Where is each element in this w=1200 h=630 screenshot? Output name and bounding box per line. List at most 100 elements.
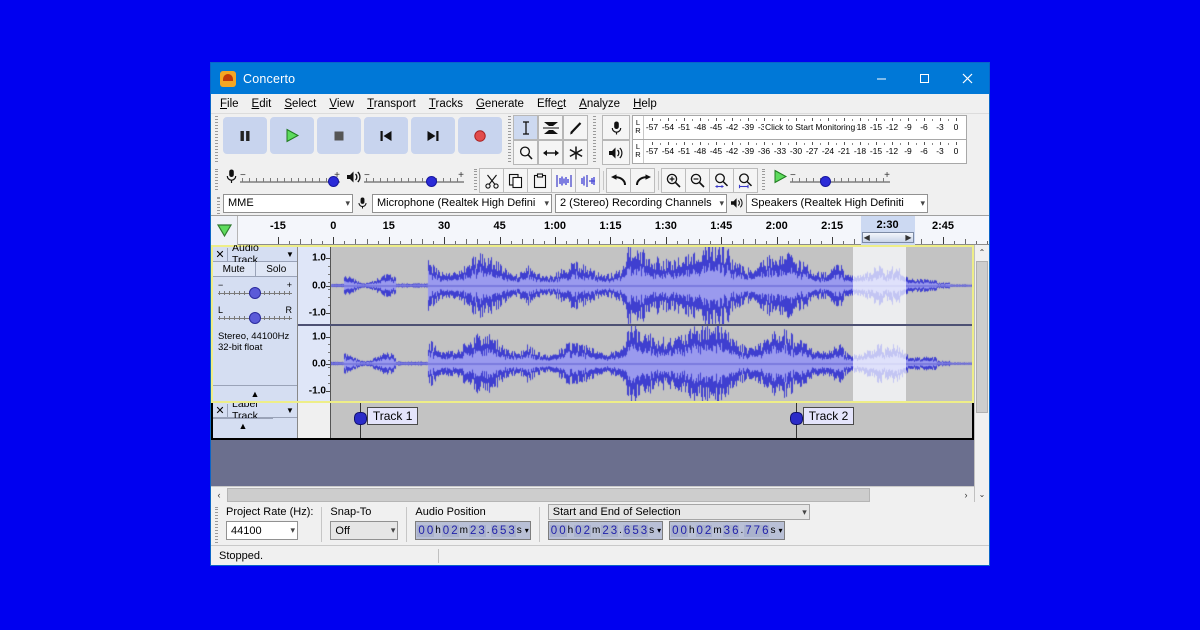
device-toolbar-grip[interactable] — [215, 195, 222, 214]
timeshift-tool[interactable] — [538, 140, 563, 165]
horizontal-scroll-thumb[interactable] — [227, 487, 871, 502]
transport-toolbar-grip[interactable] — [213, 116, 220, 164]
tools-toolbar-grip[interactable] — [506, 116, 513, 164]
zoom-tool[interactable] — [513, 140, 538, 165]
vertical-ruler-channel-2[interactable]: 1.0 0.0 -1.0 — [298, 326, 331, 401]
time-digit[interactable]: 6 — [490, 524, 499, 537]
close-track-button[interactable]: ✕ — [213, 403, 228, 417]
pinned-play-head-icon[interactable] — [211, 216, 238, 245]
scroll-right-button[interactable]: › — [958, 490, 974, 500]
menu-item-transport[interactable]: Transport — [367, 98, 416, 110]
horizontal-scrollbar[interactable]: ‹ › — [211, 486, 974, 502]
time-digit[interactable]: 5 — [631, 524, 640, 537]
time-digit[interactable]: 0 — [417, 524, 426, 537]
label-handle[interactable] — [789, 412, 803, 425]
skip-to-end-button[interactable] — [411, 117, 455, 154]
track-menu-icon[interactable]: ▼ — [283, 250, 297, 259]
slider-knob[interactable] — [249, 312, 261, 324]
slider-knob[interactable] — [820, 176, 831, 187]
menu-item-select[interactable]: Select — [284, 98, 316, 110]
silence-audio-button[interactable] — [575, 168, 600, 193]
project-rate-select[interactable]: 44100 ▾ — [226, 521, 298, 540]
collapse-track-button[interactable]: ▲ — [213, 418, 273, 433]
track-menu-icon[interactable]: ▼ — [283, 406, 297, 415]
time-digit[interactable]: 2 — [601, 524, 610, 537]
collapse-track-button[interactable]: ▲ — [213, 385, 297, 401]
selection-mode-select[interactable]: Start and End of Selection ▾ — [547, 504, 810, 520]
time-digit[interactable]: 0 — [671, 524, 680, 537]
record-meter-button[interactable] — [602, 115, 630, 140]
mixer-toolbar-grip[interactable] — [213, 168, 220, 191]
time-digit[interactable]: 3 — [609, 524, 619, 537]
menu-item-view[interactable]: View — [329, 98, 354, 110]
slider-knob[interactable] — [426, 176, 437, 187]
redo-button[interactable] — [630, 168, 655, 193]
timeline-ruler[interactable]: -15 0 15 30 45 1:00 1:15 1:30 1:45 2:00 2:15 2:30 2:… — [238, 216, 989, 245]
horizontal-scroll-trough[interactable] — [227, 487, 958, 502]
gain-slider[interactable]: − + — [218, 280, 292, 300]
vertical-scrollbar[interactable]: ⌃ ⌄ — [974, 245, 989, 502]
play-meter[interactable]: LR -57 -54 -51 -48 -45 -42 -39 -36 -33 -30 -27 -24-… — [632, 139, 967, 164]
menu-item-edit[interactable]: Edit — [252, 98, 272, 110]
play-button[interactable] — [270, 117, 314, 154]
meter-toolbar-grip[interactable] — [591, 116, 598, 164]
play-region[interactable]: 2:30 ◀ ▶ — [860, 216, 915, 245]
selection-toolbar-grip[interactable] — [213, 506, 220, 544]
close-button[interactable] — [946, 63, 989, 94]
pause-button[interactable] — [223, 117, 267, 154]
menu-item-analyze[interactable]: Analyze — [579, 98, 620, 110]
slider-knob[interactable] — [328, 176, 339, 187]
scroll-down-button[interactable]: ⌄ — [975, 487, 989, 502]
recording-volume-slider[interactable]: − + — [240, 170, 340, 188]
label-handle[interactable] — [353, 412, 367, 425]
selection-end-field[interactable]: 0 0 h 0 2 m 3 6. 7 7 6 s ▾ — [669, 521, 785, 540]
label-track-body[interactable]: Track 1 Track 2 — [331, 403, 972, 438]
selection-tool[interactable] — [513, 115, 538, 140]
draw-tool[interactable] — [563, 115, 588, 140]
time-digit[interactable]: 0 — [425, 524, 435, 537]
time-digit[interactable]: 2 — [703, 524, 713, 537]
record-meter[interactable]: LR Click to Start Monitoring -57 -54 -51 -4… — [632, 115, 967, 140]
playback-speed-slider[interactable]: − + — [790, 170, 890, 188]
waveform-channel-2[interactable] — [331, 326, 972, 401]
playback-device-select[interactable]: Speakers (Realtek High Definiti ▾ — [746, 193, 928, 213]
play-speed-icon[interactable] — [772, 169, 788, 189]
play-region-right-handle[interactable]: ▶ — [905, 233, 911, 242]
time-digit[interactable]: 0 — [695, 524, 704, 537]
solo-button[interactable]: Solo — [255, 262, 297, 276]
time-digit[interactable]: 6 — [731, 524, 740, 537]
time-digit[interactable]: 6 — [761, 524, 770, 537]
time-digit[interactable]: 2 — [582, 524, 591, 537]
menu-item-help[interactable]: Help — [633, 98, 657, 110]
undo-button[interactable] — [606, 168, 631, 193]
vertical-ruler-channel-1[interactable]: 1.0 0.0 -1.0 — [298, 247, 331, 324]
play-region-left-handle[interactable]: ◀ — [864, 233, 870, 242]
time-digit[interactable]: 3 — [722, 524, 732, 537]
recording-device-select[interactable]: Microphone (Realtek High Defini ▾ — [372, 193, 552, 213]
zoom-in-button[interactable] — [661, 168, 686, 193]
audio-position-field[interactable]: 0 0 h 0 2 m 2 3. 6 5 3 s ▾ — [415, 521, 531, 540]
playback-volume-slider[interactable]: − + — [364, 170, 464, 188]
stop-button[interactable] — [317, 117, 361, 154]
time-field-menu-icon[interactable]: ▾ — [776, 526, 782, 535]
slider-knob[interactable] — [249, 287, 261, 299]
time-digit[interactable]: 0 — [549, 524, 559, 537]
minimize-button[interactable] — [860, 63, 903, 94]
selection-start-field[interactable]: 0 0 h 0 2 m 2 3. 6 5 3 s ▾ — [547, 521, 664, 540]
time-digit[interactable]: 3 — [507, 524, 516, 537]
recording-channels-select[interactable]: 2 (Stereo) Recording Channels ▾ — [555, 193, 727, 213]
time-digit[interactable]: 2 — [450, 524, 459, 537]
maximize-button[interactable] — [903, 63, 946, 94]
trim-audio-button[interactable] — [551, 168, 576, 193]
fit-project-button[interactable] — [733, 168, 758, 193]
record-button[interactable] — [458, 117, 502, 154]
fit-selection-button[interactable] — [709, 168, 734, 193]
paste-button[interactable] — [527, 168, 552, 193]
menu-item-file[interactable]: File — [220, 98, 239, 110]
label-text[interactable]: Track 1 — [366, 407, 419, 425]
waveform-channel-1[interactable] — [331, 247, 972, 324]
snap-to-select[interactable]: Off ▾ — [330, 521, 399, 540]
envelope-tool[interactable] — [538, 115, 563, 140]
time-digit[interactable]: 6 — [622, 524, 632, 537]
mute-button[interactable]: Mute — [213, 262, 256, 276]
